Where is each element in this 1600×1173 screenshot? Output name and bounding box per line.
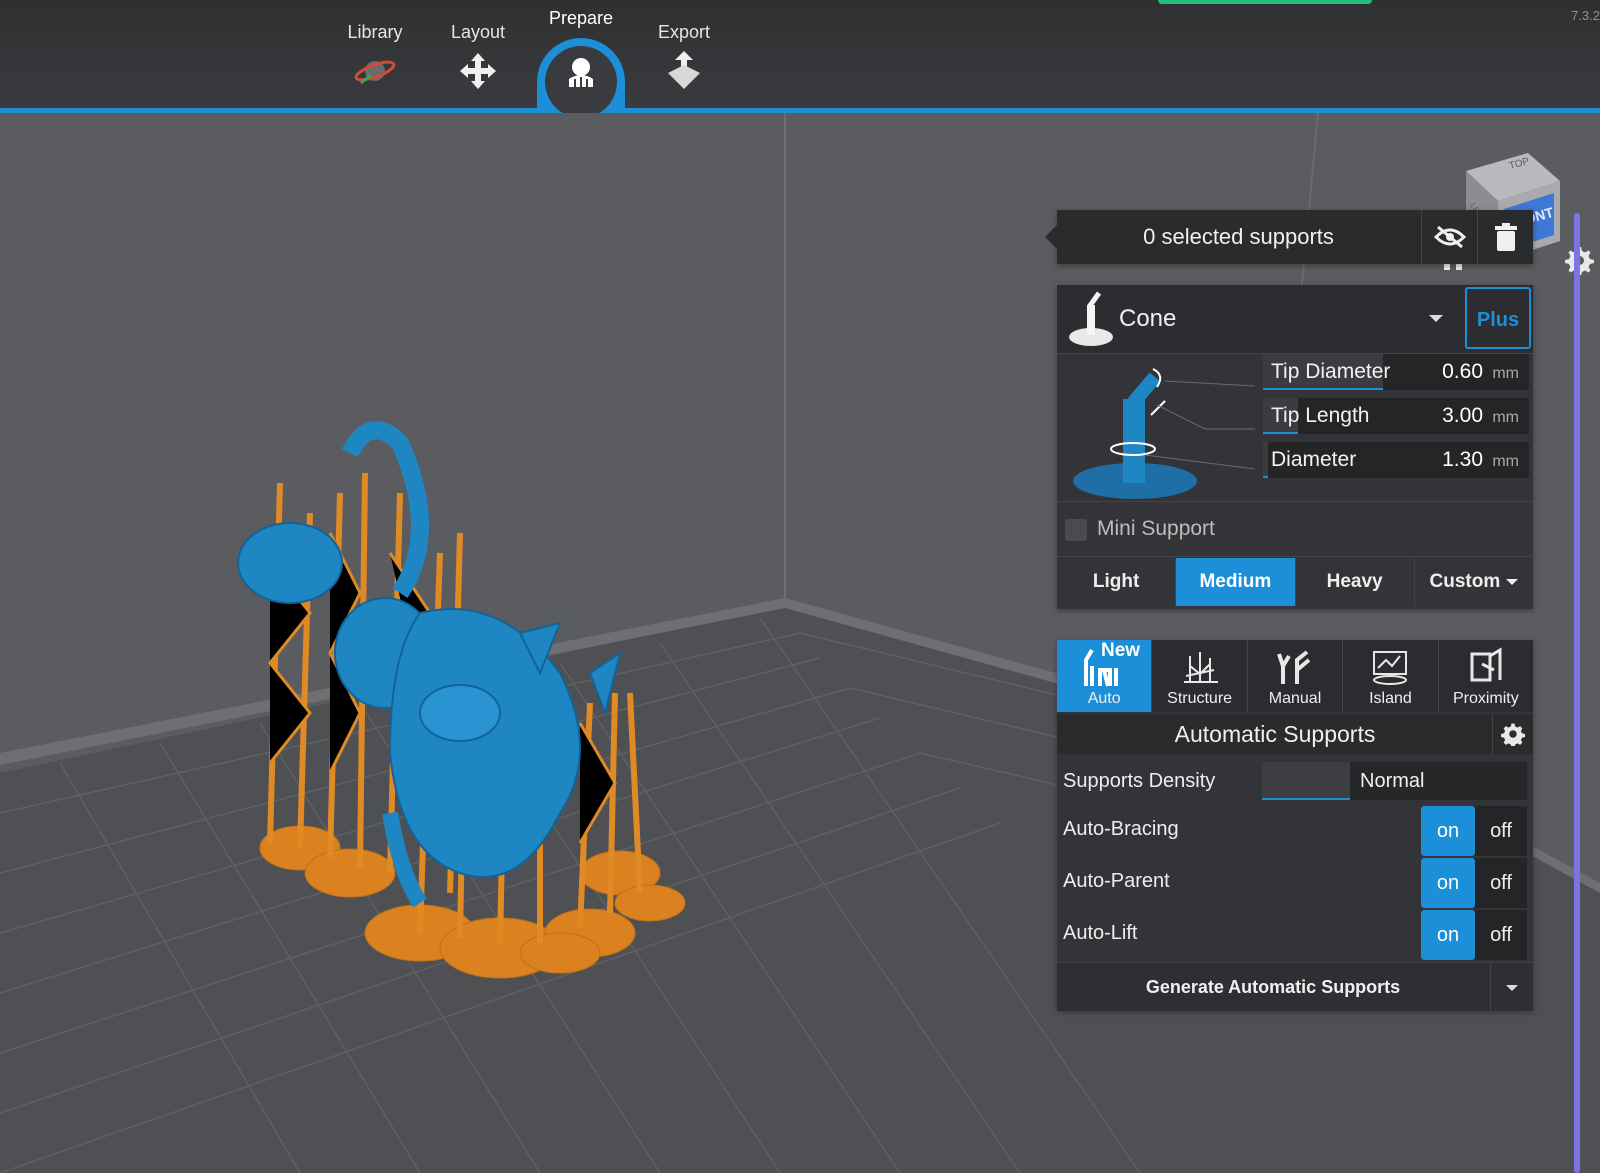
- diameter-field[interactable]: Diameter 1.30 mm: [1263, 442, 1529, 478]
- supports-density-label: Supports Density: [1063, 770, 1216, 792]
- tip-type-label: Cone: [1119, 305, 1177, 332]
- eye-slash-icon: [1434, 225, 1466, 249]
- upload-box-icon: [668, 51, 700, 89]
- manual-support-icon: [1277, 650, 1311, 684]
- tip-length-unit: mm: [1492, 409, 1519, 426]
- mode-manual-tab[interactable]: Manual: [1248, 640, 1344, 712]
- tip-diameter-label: Tip Diameter: [1271, 360, 1391, 383]
- gear-icon: [1501, 723, 1525, 746]
- mode-proximity-label: Proximity: [1452, 690, 1519, 707]
- tip-diameter-field[interactable]: Tip Diameter 0.60 mm: [1263, 354, 1529, 390]
- auto-lift-toggle[interactable]: on off: [1421, 910, 1527, 960]
- auto-bracing-row: Auto-Bracing on off: [1057, 804, 1533, 856]
- selected-supports-count: 0 selected supports: [1143, 224, 1334, 249]
- chevron-down-icon[interactable]: [1429, 315, 1443, 322]
- mode-manual-label: Manual: [1268, 690, 1322, 707]
- delete-supports-button[interactable]: [1477, 210, 1534, 264]
- preset-custom-label: Custom: [1429, 571, 1501, 592]
- auto-parent-on[interactable]: on: [1421, 858, 1475, 908]
- auto-lift-off[interactable]: off: [1475, 910, 1527, 960]
- auto-lift-label: Auto-Lift: [1063, 922, 1138, 944]
- proximity-icon: [1470, 647, 1502, 682]
- mode-island-tab[interactable]: Island: [1343, 640, 1439, 712]
- tab-export[interactable]: Export: [634, 0, 734, 93]
- top-toolbar: 7.3.2 Library Layout Prepare Export: [0, 0, 1600, 118]
- support-preset-group: Light Medium Heavy Custom: [1057, 558, 1533, 606]
- auto-bracing-on[interactable]: on: [1421, 806, 1475, 856]
- tip-diameter-value: 0.60: [1442, 360, 1483, 383]
- auto-supports-icon: [1084, 648, 1119, 687]
- move-arrows-icon: [460, 53, 496, 89]
- mode-proximity-tab[interactable]: Proximity: [1439, 640, 1533, 712]
- mode-structure-tab[interactable]: Structure: [1152, 640, 1248, 712]
- mini-support-label: Mini Support: [1097, 517, 1215, 540]
- trash-icon: [1495, 223, 1517, 251]
- preset-medium-button[interactable]: Medium: [1176, 558, 1296, 606]
- generate-options-dropdown[interactable]: [1490, 963, 1533, 1011]
- tab-prepare[interactable]: Prepare: [531, 0, 631, 95]
- supports-density-slider[interactable]: Normal: [1262, 762, 1527, 800]
- hide-supports-button[interactable]: [1421, 210, 1478, 264]
- supports-density-row: Supports Density Normal: [1057, 756, 1533, 806]
- panel-scrollbar[interactable]: [1574, 213, 1580, 1173]
- mode-structure-label: Structure: [1167, 690, 1233, 707]
- diameter-label: Diameter: [1271, 448, 1357, 471]
- tip-diameter-unit: mm: [1492, 365, 1519, 382]
- preset-light-button[interactable]: Light: [1057, 558, 1177, 606]
- auto-bracing-label: Auto-Bracing: [1063, 818, 1179, 840]
- island-icon: [1373, 651, 1408, 685]
- auto-bracing-toggle[interactable]: on off: [1421, 806, 1527, 856]
- support-tip-panel: Cone Plus Tip Diameter 0.60 mm Tip Lengt…: [1057, 285, 1533, 609]
- mode-auto-label: Auto: [1087, 690, 1121, 707]
- auto-supports-header: Automatic Supports: [1057, 714, 1533, 754]
- tip-length-value: 3.00: [1442, 404, 1483, 427]
- auto-lift-row: Auto-Lift on off: [1057, 908, 1533, 960]
- density-slider-fill[interactable]: [1262, 762, 1350, 800]
- auto-parent-row: Auto-Parent on off: [1057, 856, 1533, 908]
- automatic-supports-panel: New Auto Structure Manual Island Proximi…: [1057, 640, 1533, 1011]
- tab-library[interactable]: Library: [325, 0, 425, 93]
- support-mode-tabs: New Auto Structure Manual Island Proximi…: [1057, 640, 1533, 712]
- status-strip: [1158, 0, 1372, 4]
- tab-export-label: Export: [657, 22, 711, 42]
- mini-support-checkbox[interactable]: [1065, 519, 1087, 541]
- mode-auto-tab[interactable]: New Auto: [1057, 640, 1153, 712]
- auto-supports-title: Automatic Supports: [1174, 721, 1376, 747]
- preset-custom-button[interactable]: Custom: [1414, 558, 1533, 606]
- selected-supports-bar: 0 selected supports: [1045, 210, 1534, 264]
- diameter-unit: mm: [1492, 453, 1519, 470]
- auto-settings-button[interactable]: [1492, 714, 1533, 754]
- supports-density-value: Normal: [1360, 770, 1425, 792]
- mode-island-label: Island: [1369, 690, 1412, 707]
- plus-button[interactable]: Plus: [1465, 287, 1531, 349]
- diameter-value: 1.30: [1442, 448, 1483, 471]
- tip-length-field[interactable]: Tip Length 3.00 mm: [1263, 398, 1529, 434]
- tab-layout[interactable]: Layout: [428, 0, 528, 93]
- tab-layout-label: Layout: [450, 22, 506, 42]
- diameter-slider[interactable]: [1263, 442, 1269, 478]
- preset-heavy-button[interactable]: Heavy: [1295, 558, 1415, 606]
- generate-row: Generate Automatic Supports: [1057, 962, 1533, 1011]
- cone-support-icon: [1069, 291, 1113, 346]
- cone-diagram: [1073, 368, 1256, 499]
- tab-library-label: Library: [347, 22, 403, 42]
- generate-automatic-supports-button[interactable]: Generate Automatic Supports: [1057, 963, 1489, 1011]
- planet-wrench-icon: [354, 60, 396, 85]
- mini-support-row: Mini Support: [1057, 501, 1533, 557]
- support-figure-icon: [569, 58, 593, 87]
- tip-type-selector[interactable]: Cone Plus: [1057, 285, 1533, 354]
- tab-prepare-label: Prepare: [548, 8, 614, 28]
- auto-bracing-off[interactable]: off: [1475, 806, 1527, 856]
- structure-icon: [1183, 652, 1218, 683]
- tip-length-label: Tip Length: [1271, 404, 1370, 427]
- chevron-down-icon: [1506, 578, 1519, 585]
- auto-lift-on[interactable]: on: [1421, 910, 1475, 960]
- version-label: 7.3.2: [1571, 8, 1600, 23]
- auto-parent-toggle[interactable]: on off: [1421, 858, 1527, 908]
- auto-parent-off[interactable]: off: [1475, 858, 1527, 908]
- auto-parent-label: Auto-Parent: [1063, 870, 1170, 892]
